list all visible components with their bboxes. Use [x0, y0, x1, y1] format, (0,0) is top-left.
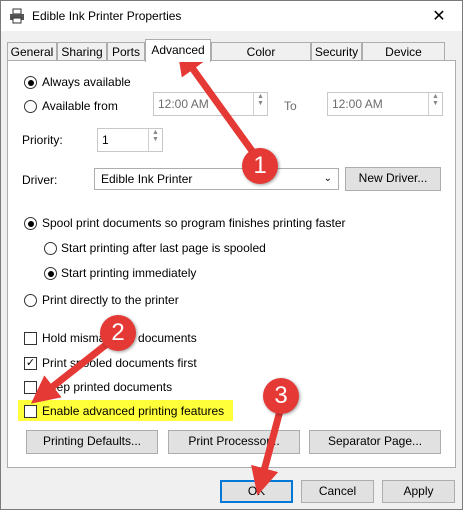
arrow-3 — [251, 403, 285, 496]
arrow-2 — [30, 336, 116, 404]
arrow-1 — [176, 46, 259, 159]
annotation-arrows — [30, 46, 285, 496]
annotation-marker-1: 1 — [242, 148, 278, 184]
tab-advanced[interactable]: Advanced — [145, 39, 211, 62]
annotation-marker-3: 3 — [263, 378, 299, 414]
annotation-marker-2: 2 — [100, 315, 136, 351]
